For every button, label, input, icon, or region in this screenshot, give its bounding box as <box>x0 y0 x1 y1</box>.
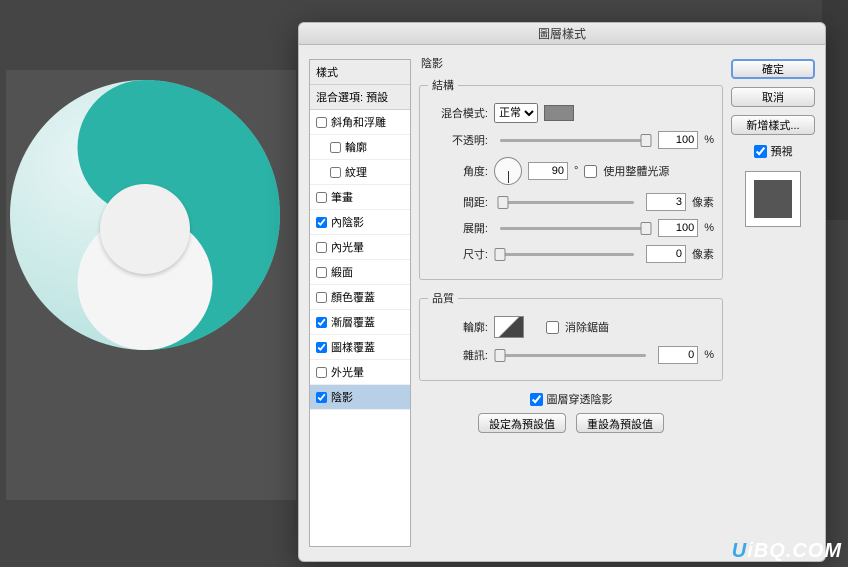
outer-glow-checkbox[interactable] <box>316 367 327 378</box>
spread-slider[interactable] <box>500 227 646 230</box>
effect-texture[interactable]: 紋理 <box>310 160 410 185</box>
noise-slider[interactable] <box>500 354 646 357</box>
watermark: UUiBQ.COMiBQ.COM <box>732 540 842 563</box>
satin-checkbox[interactable] <box>316 267 327 278</box>
inner-shadow-checkbox[interactable] <box>316 217 327 228</box>
color-overlay-checkbox[interactable] <box>316 292 327 303</box>
effect-stroke[interactable]: 筆畫 <box>310 185 410 210</box>
structure-group: 結構 混合模式: 正常 不透明: % 角度: ° <box>419 77 723 280</box>
opacity-slider[interactable] <box>500 139 646 142</box>
inner-glow-checkbox[interactable] <box>316 242 327 253</box>
gradient-overlay-checkbox[interactable] <box>316 317 327 328</box>
effect-outer-glow[interactable]: 外光暈 <box>310 360 410 385</box>
bevel-checkbox[interactable] <box>316 117 327 128</box>
styles-header[interactable]: 樣式 <box>310 60 410 85</box>
distance-input[interactable] <box>646 193 686 211</box>
size-slider[interactable] <box>500 253 634 256</box>
angle-input[interactable] <box>528 162 568 180</box>
effect-gradient-overlay[interactable]: 漸層覆蓋 <box>310 310 410 335</box>
blend-mode-select[interactable]: 正常 <box>494 103 538 123</box>
effect-inner-glow[interactable]: 內光暈 <box>310 235 410 260</box>
contour-checkbox[interactable] <box>330 142 341 153</box>
effect-contour[interactable]: 輪廓 <box>310 135 410 160</box>
opacity-input[interactable] <box>658 131 698 149</box>
contour-picker[interactable] <box>494 316 524 338</box>
effect-pattern-overlay[interactable]: 圖樣覆蓋 <box>310 335 410 360</box>
effect-bevel[interactable]: 斜角和浮雕 <box>310 110 410 135</box>
angle-dial[interactable] <box>494 157 522 185</box>
noise-input[interactable] <box>658 346 698 364</box>
effect-color-overlay[interactable]: 顏色覆蓋 <box>310 285 410 310</box>
drop-shadow-checkbox[interactable] <box>316 392 327 403</box>
pattern-overlay-checkbox[interactable] <box>316 342 327 353</box>
global-light-checkbox[interactable] <box>584 165 597 178</box>
quality-group: 品質 輪廓: 消除鋸齒 雜訊: % <box>419 290 723 381</box>
reset-default-button[interactable]: 重設為預設值 <box>576 413 664 433</box>
size-input[interactable] <box>646 245 686 263</box>
stroke-checkbox[interactable] <box>316 192 327 203</box>
shadow-color-swatch[interactable] <box>544 105 574 121</box>
distance-slider[interactable] <box>500 201 634 204</box>
new-style-button[interactable]: 新增樣式... <box>731 115 815 135</box>
make-default-button[interactable]: 設定為預設值 <box>478 413 566 433</box>
blend-options-row[interactable]: 混合選項: 預設 <box>310 85 410 110</box>
preview-thumbnail <box>745 171 801 227</box>
styles-list: 樣式 混合選項: 預設 斜角和浮雕 輪廓 紋理 筆畫 內陰影 內光暈 緞面 顏色… <box>309 59 411 547</box>
effect-drop-shadow[interactable]: 陰影 <box>310 385 410 410</box>
knockout-checkbox[interactable] <box>530 393 543 406</box>
antialias-checkbox[interactable] <box>546 321 559 334</box>
spread-input[interactable] <box>658 219 698 237</box>
texture-checkbox[interactable] <box>330 167 341 178</box>
layer-style-dialog: 圖層樣式 樣式 混合選項: 預設 斜角和浮雕 輪廓 紋理 筆畫 內陰影 內光暈 … <box>298 22 826 562</box>
effect-inner-shadow[interactable]: 內陰影 <box>310 210 410 235</box>
canvas-artwork <box>10 80 280 350</box>
cancel-button[interactable]: 取消 <box>731 87 815 107</box>
preview-checkbox[interactable] <box>754 145 767 158</box>
dialog-title: 圖層樣式 <box>299 23 825 45</box>
effect-satin[interactable]: 緞面 <box>310 260 410 285</box>
panel-title: 陰影 <box>421 55 723 71</box>
ok-button[interactable]: 確定 <box>731 59 815 79</box>
